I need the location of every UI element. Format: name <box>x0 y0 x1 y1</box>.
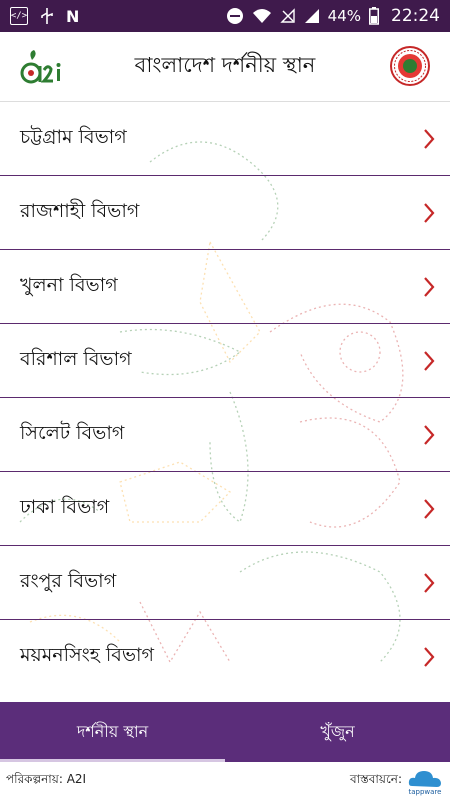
list-item[interactable]: রংপুর বিভাগ <box>0 546 450 620</box>
dnd-icon <box>226 8 243 24</box>
chevron-right-icon <box>424 203 435 223</box>
list-item[interactable]: খুলনা বিভাগ <box>0 250 450 324</box>
clock: 22:24 <box>391 6 440 26</box>
signal-icon <box>304 9 319 23</box>
page-title: বাংলাদেশ দর্শনীয় স্থান <box>134 53 316 77</box>
list-item[interactable]: ঢাকা বিভাগ <box>0 472 450 546</box>
tappware-wordmark: tappware <box>409 788 442 796</box>
tab-search[interactable]: খুঁজুন <box>225 702 450 762</box>
credits-footer: পরিকল্পনায়: A2I বাস্তবায়নে: tappware <box>0 762 450 800</box>
chevron-right-icon <box>424 129 435 149</box>
battery-icon <box>369 7 379 25</box>
usb-icon <box>41 8 53 24</box>
chevron-right-icon <box>424 647 435 667</box>
bottom-navigation: দর্শনীয় স্থান খুঁজুন <box>0 702 450 762</box>
division-label: খুলনা বিভাগ <box>20 273 118 296</box>
status-bar: </> N 44% 22:24 <box>0 0 450 32</box>
app-bar: বাংলাদেশ দর্শনীয় স্থান <box>0 32 450 102</box>
chevron-right-icon <box>424 277 435 297</box>
tab-places[interactable]: দর্শনীয় স্থান <box>0 702 225 762</box>
planner-credit: পরিকল্পনায়: A2I <box>6 772 87 786</box>
list-item[interactable]: ময়মনসিংহ বিভাগ <box>0 620 450 694</box>
no-sim-icon <box>279 8 295 23</box>
chevron-right-icon <box>424 425 435 445</box>
list-item[interactable]: বরিশাল বিভাগ <box>0 324 450 398</box>
division-label: সিলেট বিভাগ <box>20 421 125 444</box>
code-icon: </> <box>10 7 28 25</box>
list-item[interactable]: রাজশাহী বিভাগ <box>0 176 450 250</box>
division-label: বরিশাল বিভাগ <box>20 347 132 370</box>
government-seal-icon <box>390 46 430 86</box>
tappware-logo: tappware <box>409 771 442 796</box>
division-label: চট্টগ্রাম বিভাগ <box>20 125 127 148</box>
implementer-credit: বাস্তবায়নে: <box>349 772 402 786</box>
chevron-right-icon <box>424 499 435 519</box>
division-label: ঢাকা বিভাগ <box>20 495 110 518</box>
n-icon: N <box>66 6 80 26</box>
wifi-icon <box>252 9 271 23</box>
list-item[interactable]: চট্টগ্রাম বিভাগ <box>0 102 450 176</box>
battery-percent: 44% <box>327 7 361 25</box>
division-list: চট্টগ্রাম বিভাগ রাজশাহী বিভাগ খুলনা বিভা… <box>0 102 450 702</box>
list-item[interactable]: সিলেট বিভাগ <box>0 398 450 472</box>
division-label: রাজশাহী বিভাগ <box>20 199 140 222</box>
chevron-right-icon <box>424 573 435 593</box>
chevron-right-icon <box>424 351 435 371</box>
division-label: ময়মনসিংহ বিভাগ <box>20 644 154 666</box>
division-label: রংপুর বিভাগ <box>20 569 117 592</box>
